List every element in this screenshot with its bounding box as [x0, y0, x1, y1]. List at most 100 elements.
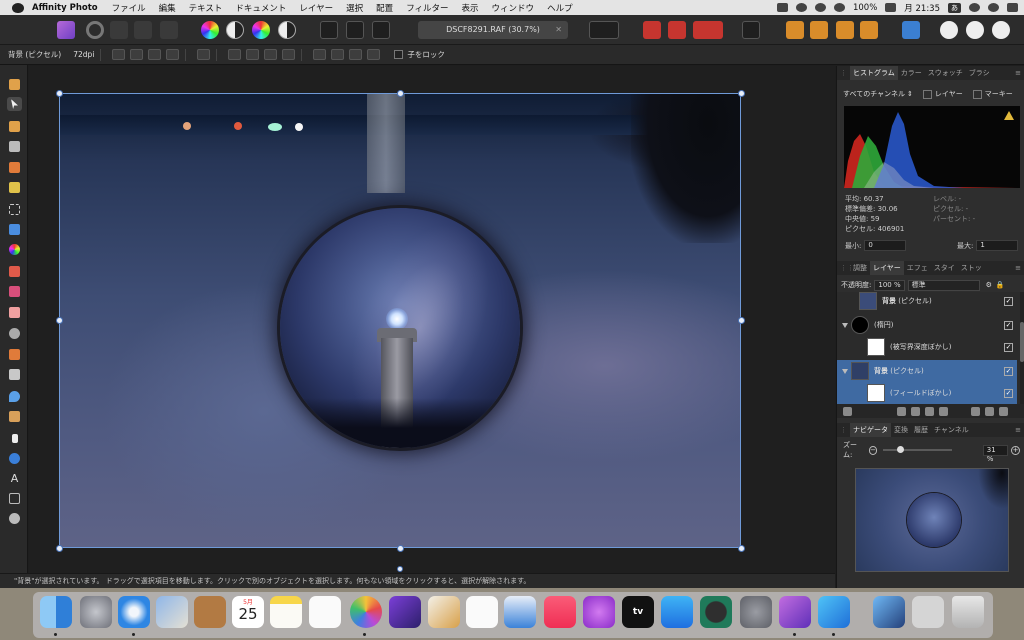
deselect-button[interactable]: [346, 21, 364, 39]
arrange-front-button[interactable]: [860, 21, 878, 39]
system-preferences-icon[interactable]: [740, 596, 772, 628]
search-icon[interactable]: [969, 3, 980, 12]
contacts-icon[interactable]: [194, 596, 226, 628]
warning-icon[interactable]: [1004, 111, 1014, 120]
mesh-warp-tool[interactable]: [7, 491, 22, 505]
menu-edit[interactable]: 編集: [159, 2, 176, 14]
marquee-select-button[interactable]: [320, 21, 338, 39]
fx-icon[interactable]: [925, 406, 934, 416]
resize-handle[interactable]: [397, 90, 404, 97]
snapping-toggle-button[interactable]: [668, 21, 686, 39]
finder-icon[interactable]: [40, 596, 72, 628]
layer-visibility-checkbox[interactable]: ✓: [1004, 388, 1013, 398]
opacity-select[interactable]: 100 %: [874, 279, 905, 291]
imovie-star-icon[interactable]: [389, 596, 421, 628]
blur-tool[interactable]: [7, 389, 22, 403]
layer-row[interactable]: (フィールドぼかし) ✓: [837, 382, 1017, 404]
menu-text[interactable]: テキスト: [189, 2, 223, 14]
tab-histogram[interactable]: ヒストグラム: [850, 66, 898, 80]
affinity-folder-icon[interactable]: [873, 596, 905, 628]
hand-tool[interactable]: [7, 77, 22, 91]
menu-document[interactable]: ドキュメント: [235, 2, 286, 14]
resize-handle[interactable]: [397, 545, 404, 552]
channel-select[interactable]: すべてのチャンネル: [843, 89, 905, 99]
layer-row[interactable]: (被写界深度ぼかし) ✓: [837, 336, 1017, 358]
tab-navigator[interactable]: ナビゲータ: [850, 423, 891, 437]
distribute-vertical-button[interactable]: [367, 49, 381, 60]
layer-scrollbar[interactable]: [1020, 292, 1024, 404]
menu-file[interactable]: ファイル: [112, 2, 146, 14]
pen-tool[interactable]: [7, 431, 22, 445]
canvas-area[interactable]: [29, 66, 835, 573]
layer-checkbox[interactable]: [922, 89, 932, 99]
snapping-grid-button[interactable]: [643, 21, 661, 39]
liquify-persona-button[interactable]: [86, 21, 104, 39]
keynote-icon[interactable]: [504, 596, 536, 628]
selection-brush-tool[interactable]: [7, 160, 22, 174]
align-left-button[interactable]: [228, 49, 242, 60]
resize-handle[interactable]: [56, 90, 63, 97]
auto-contrast-button[interactable]: [226, 21, 244, 39]
transform-objects-button[interactable]: [148, 49, 162, 60]
quick-mask-dropdown[interactable]: [589, 21, 619, 39]
move-tool[interactable]: [7, 97, 22, 111]
clock[interactable]: 月 21:35: [904, 2, 940, 14]
layer-row[interactable]: 背景 (ピクセル) ✓: [837, 292, 1017, 312]
reminders-icon[interactable]: [309, 596, 341, 628]
apple-tv-icon[interactable]: tv: [622, 596, 654, 628]
align-right-button[interactable]: [264, 49, 278, 60]
scroll-thumb[interactable]: [1020, 322, 1024, 362]
export-persona-button[interactable]: [160, 21, 178, 39]
layer-visibility-checkbox[interactable]: ✓: [1004, 296, 1013, 306]
distribute-button[interactable]: [282, 49, 296, 60]
zoom-slider[interactable]: [883, 446, 952, 453]
notification-center-icon[interactable]: [1007, 3, 1018, 12]
calendar-icon[interactable]: 5月 25: [232, 596, 264, 628]
invert-selection-button[interactable]: [372, 21, 390, 39]
tab-color[interactable]: カラー: [898, 68, 925, 78]
panel-menu-icon[interactable]: ≡: [1015, 264, 1021, 272]
battery-icon[interactable]: [885, 3, 897, 12]
boolean-intersect-button[interactable]: [992, 21, 1010, 39]
gradient-tool[interactable]: [7, 242, 22, 256]
sync-icon[interactable]: [814, 3, 826, 12]
resize-handle[interactable]: [56, 317, 63, 324]
erase-tool[interactable]: [7, 305, 22, 319]
snapping-options-dropdown[interactable]: [693, 21, 723, 39]
menu-window[interactable]: ウィンドウ: [492, 2, 535, 14]
bluetooth-icon[interactable]: [795, 3, 807, 12]
arrange-backward-button[interactable]: [810, 21, 828, 39]
app-store-icon[interactable]: [661, 596, 693, 628]
live-filter-icon[interactable]: [939, 406, 948, 416]
app-menu[interactable]: Affinity Photo: [32, 3, 98, 13]
pages-icon[interactable]: [428, 596, 460, 628]
rotate-handle[interactable]: [397, 566, 403, 572]
group-folder-icon[interactable]: [971, 406, 980, 416]
launchpad-icon[interactable]: [80, 596, 112, 628]
min-input[interactable]: 0: [864, 240, 907, 251]
resize-handle[interactable]: [738, 545, 745, 552]
tab-history[interactable]: 履歴: [911, 425, 931, 435]
layer-visibility-checkbox[interactable]: ✓: [1004, 366, 1013, 376]
text-tool[interactable]: A: [7, 471, 22, 485]
tab-transform[interactable]: 変換: [891, 425, 911, 435]
develop-persona-button[interactable]: [110, 21, 128, 39]
auto-levels-button[interactable]: [201, 21, 219, 39]
photos-icon[interactable]: [350, 596, 382, 628]
align-button[interactable]: [902, 21, 920, 39]
zoom-value[interactable]: 31 %: [982, 444, 1009, 463]
menu-select[interactable]: 選択: [346, 2, 363, 14]
menu-filters[interactable]: フィルター: [406, 2, 448, 14]
adjustment-icon[interactable]: [911, 406, 920, 416]
mask-icon[interactable]: [897, 406, 906, 416]
assistant-button[interactable]: [742, 21, 760, 39]
apple-logo-icon[interactable]: [12, 2, 24, 13]
affinity-designer-icon[interactable]: [818, 596, 850, 628]
photo-persona-button[interactable]: [57, 21, 75, 39]
color-picker-tool[interactable]: [7, 119, 22, 133]
layer-visibility-checkbox[interactable]: ✓: [1004, 320, 1013, 330]
zoom-tool[interactable]: [7, 511, 22, 525]
layer-row[interactable]: (楕円) ✓: [837, 314, 1017, 336]
layers-stack-icon[interactable]: [843, 406, 852, 416]
paint-brush-tool[interactable]: [7, 264, 22, 278]
